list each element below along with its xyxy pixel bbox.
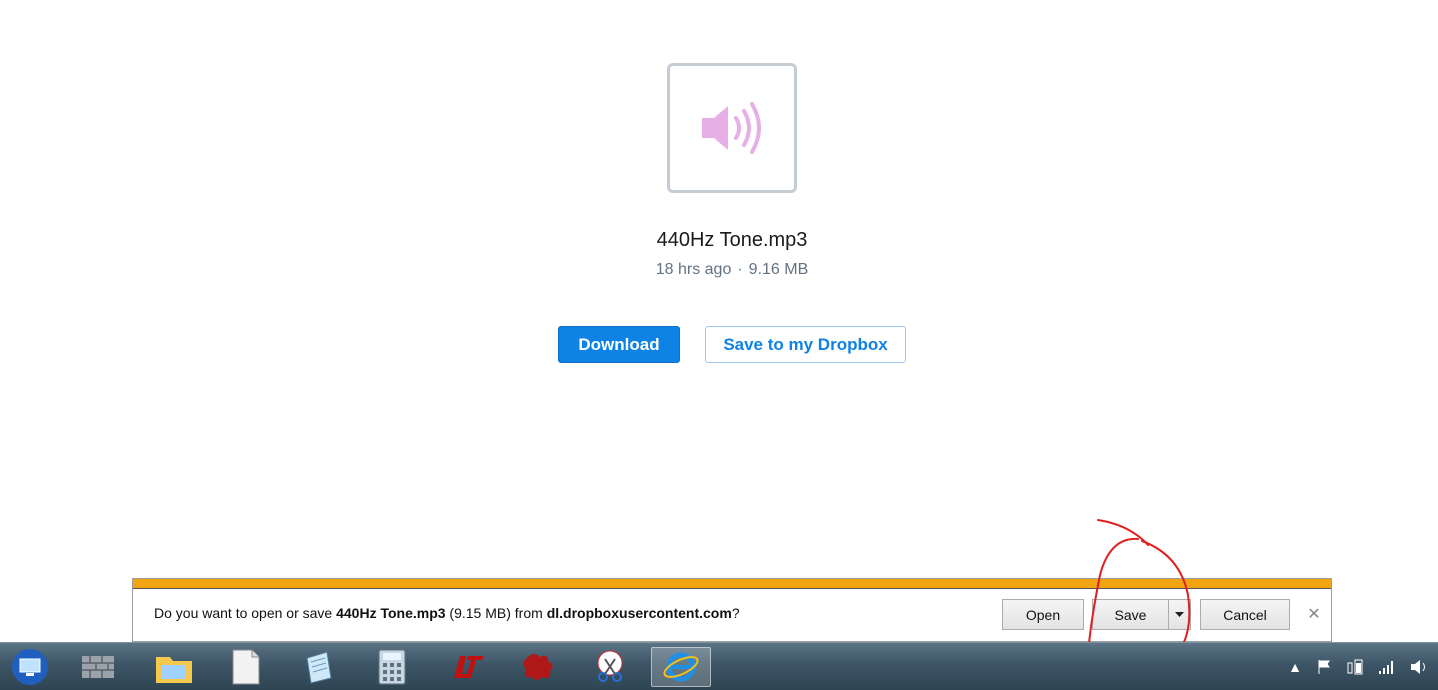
notification-message: Do you want to open or save 440Hz Tone.m…	[154, 605, 740, 621]
notepad-icon[interactable]	[288, 647, 348, 687]
meta-separator: ·	[737, 261, 743, 278]
action-center-flag-icon[interactable]	[1316, 659, 1332, 675]
save-options-dropdown[interactable]	[1168, 599, 1191, 630]
message-suffix: ?	[731, 605, 740, 621]
blank-document-icon[interactable]	[216, 647, 276, 687]
firewall-icon[interactable]	[68, 647, 128, 687]
app-logo-icon[interactable]	[436, 647, 496, 687]
file-age: 18 hrs ago	[655, 261, 732, 278]
snipping-tool-icon[interactable]	[580, 647, 640, 687]
windows-taskbar: ▲	[0, 642, 1438, 690]
open-button[interactable]: Open	[1002, 599, 1084, 630]
speaker-icon	[702, 102, 761, 154]
caret-down-icon	[1175, 611, 1184, 617]
power-icon[interactable]	[1346, 658, 1364, 676]
page: 440Hz Tone.mp3 18 hrs ago · 9.16 MB Downlo…	[0, 0, 1438, 690]
remote-desktop-icon[interactable]	[0, 647, 60, 687]
file-meta: 18 hrs ago · 9.16 MB	[0, 261, 1438, 279]
volume-icon[interactable]	[1410, 659, 1430, 675]
message-file-name: 440Hz Tone.mp3	[336, 605, 446, 621]
file-preview-box	[667, 63, 797, 193]
file-explorer-icon[interactable]	[144, 647, 204, 687]
paint-splat-icon[interactable]	[508, 647, 568, 687]
message-size: (9.15 MB) from	[445, 605, 547, 621]
notification-accent-stripe	[133, 579, 1331, 589]
show-hidden-icons-icon[interactable]: ▲	[1288, 659, 1302, 675]
download-button[interactable]: Download	[558, 326, 680, 363]
save-button[interactable]: Save	[1092, 599, 1169, 630]
file-name: 440Hz Tone.mp3	[656, 229, 808, 251]
internet-explorer-icon[interactable]	[651, 647, 711, 687]
save-to-dropbox-button[interactable]: Save to my Dropbox	[705, 326, 906, 363]
close-notification-icon[interactable]: ✕	[1305, 605, 1323, 623]
download-notification-bar: Do you want to open or save 440Hz Tone.m…	[132, 578, 1332, 642]
message-prefix: Do you want to open or save	[154, 605, 337, 621]
cancel-button[interactable]: Cancel	[1200, 599, 1290, 630]
network-signal-icon[interactable]	[1378, 659, 1396, 675]
calculator-icon[interactable]	[362, 647, 422, 687]
system-tray: ▲	[1288, 643, 1430, 690]
file-size: 9.16 MB	[748, 261, 809, 278]
message-host: dl.dropboxusercontent.com	[546, 605, 732, 621]
